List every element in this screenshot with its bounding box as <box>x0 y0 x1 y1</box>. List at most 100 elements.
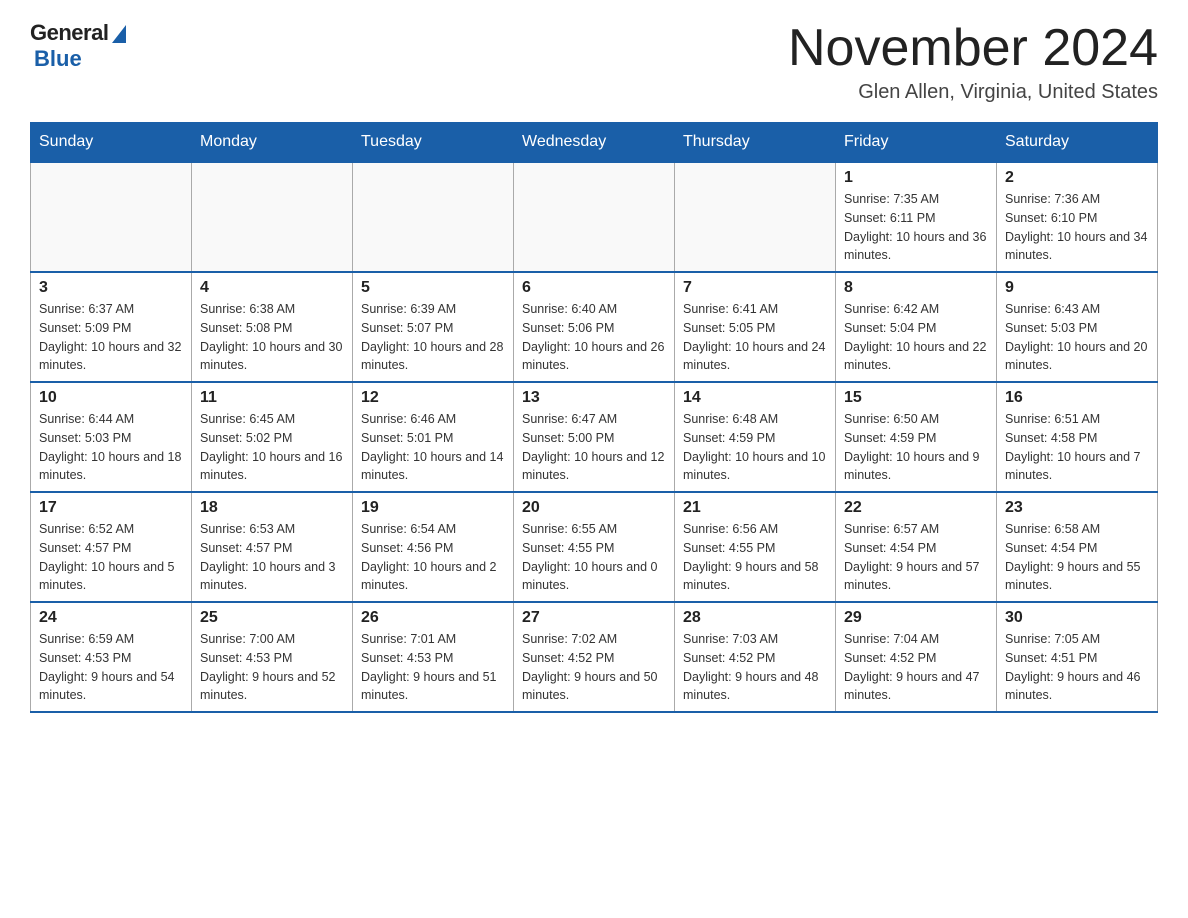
day-info: Sunrise: 6:57 AMSunset: 4:54 PMDaylight:… <box>844 520 988 595</box>
calendar-day-cell: 30 Sunrise: 7:05 AMSunset: 4:51 PMDayligh… <box>997 602 1158 712</box>
day-info: Sunrise: 6:58 AMSunset: 4:54 PMDaylight:… <box>1005 520 1149 595</box>
day-number: 30 <box>1005 609 1149 627</box>
day-info: Sunrise: 6:47 AMSunset: 5:00 PMDaylight:… <box>522 410 666 485</box>
day-of-week-header: Friday <box>836 123 997 163</box>
calendar-day-cell: 28Sunrise: 7:03 AMSunset: 4:52 PMDayligh… <box>675 602 836 712</box>
day-info: Sunrise: 6:42 AMSunset: 5:04 PMDaylight:… <box>844 300 988 375</box>
day-info: Sunrise: 7:00 AMSunset: 4:53 PMDaylight:… <box>200 630 344 705</box>
calendar-day-cell <box>675 162 836 272</box>
calendar-day-cell: 6 Sunrise: 6:40 AMSunset: 5:06 PMDaylight… <box>514 272 675 382</box>
day-number: 26 <box>361 609 505 627</box>
day-info: Sunrise: 7:01 AMSunset: 4:53 PMDaylight:… <box>361 630 505 705</box>
day-of-week-header: Monday <box>192 123 353 163</box>
calendar-day-cell: 17 Sunrise: 6:52 AMSunset: 4:57 PMDayligh… <box>31 492 192 602</box>
day-number: 10 <box>39 389 183 407</box>
calendar-day-cell: 14 Sunrise: 6:48 AMSunset: 4:59 PMDayligh… <box>675 382 836 492</box>
day-of-week-header: Tuesday <box>353 123 514 163</box>
day-info: Sunrise: 6:52 AMSunset: 4:57 PMDaylight:… <box>39 520 183 595</box>
day-number: 9 <box>1005 279 1149 297</box>
day-info: Sunrise: 6:45 AMSunset: 5:02 PMDaylight:… <box>200 410 344 485</box>
day-number: 14 <box>683 389 827 407</box>
day-info: Sunrise: 7:03 AMSunset: 4:52 PMDaylight:… <box>683 630 827 705</box>
day-number: 27 <box>522 609 666 627</box>
day-info: Sunrise: 6:48 AMSunset: 4:59 PMDaylight:… <box>683 410 827 485</box>
day-info: Sunrise: 7:36 AMSunset: 6:10 PMDaylight:… <box>1005 190 1149 265</box>
day-number: 17 <box>39 499 183 517</box>
calendar-day-cell: 1Sunrise: 7:35 AMSunset: 6:11 PMDaylight… <box>836 162 997 272</box>
calendar-day-cell: 7Sunrise: 6:41 AMSunset: 5:05 PMDaylight… <box>675 272 836 382</box>
day-info: Sunrise: 6:53 AMSunset: 4:57 PMDaylight:… <box>200 520 344 595</box>
day-info: Sunrise: 6:43 AMSunset: 5:03 PMDaylight:… <box>1005 300 1149 375</box>
calendar-day-cell: 10 Sunrise: 6:44 AMSunset: 5:03 PMDayligh… <box>31 382 192 492</box>
calendar-day-cell: 18 Sunrise: 6:53 AMSunset: 4:57 PMDayligh… <box>192 492 353 602</box>
calendar-day-cell: 8 Sunrise: 6:42 AMSunset: 5:04 PMDaylight… <box>836 272 997 382</box>
calendar-day-cell: 22 Sunrise: 6:57 AMSunset: 4:54 PMDayligh… <box>836 492 997 602</box>
calendar-day-cell: 3 Sunrise: 6:37 AMSunset: 5:09 PMDaylight… <box>31 272 192 382</box>
calendar-day-cell <box>353 162 514 272</box>
day-info: Sunrise: 7:04 AMSunset: 4:52 PMDaylight:… <box>844 630 988 705</box>
logo: General Blue <box>30 20 126 72</box>
day-number: 6 <box>522 279 666 297</box>
day-number: 22 <box>844 499 988 517</box>
calendar-day-cell: 23Sunrise: 6:58 AMSunset: 4:54 PMDayligh… <box>997 492 1158 602</box>
day-number: 20 <box>522 499 666 517</box>
day-info: Sunrise: 6:54 AMSunset: 4:56 PMDaylight:… <box>361 520 505 595</box>
day-number: 21 <box>683 499 827 517</box>
day-number: 4 <box>200 279 344 297</box>
day-number: 24 <box>39 609 183 627</box>
calendar-day-cell <box>31 162 192 272</box>
day-number: 8 <box>844 279 988 297</box>
day-info: Sunrise: 6:56 AMSunset: 4:55 PMDaylight:… <box>683 520 827 595</box>
calendar-day-cell: 26 Sunrise: 7:01 AMSunset: 4:53 PMDayligh… <box>353 602 514 712</box>
day-number: 29 <box>844 609 988 627</box>
calendar-day-cell: 13 Sunrise: 6:47 AMSunset: 5:00 PMDayligh… <box>514 382 675 492</box>
day-info: Sunrise: 6:41 AMSunset: 5:05 PMDaylight:… <box>683 300 827 375</box>
day-info: Sunrise: 6:38 AMSunset: 5:08 PMDaylight:… <box>200 300 344 375</box>
day-number: 12 <box>361 389 505 407</box>
day-info: Sunrise: 7:35 AMSunset: 6:11 PMDaylight:… <box>844 190 988 265</box>
calendar-day-cell <box>192 162 353 272</box>
title-section: November 2024 Glen Allen, Virginia, Unit… <box>788 20 1158 104</box>
day-number: 16 <box>1005 389 1149 407</box>
day-of-week-header: Thursday <box>675 123 836 163</box>
calendar-day-cell: 25 Sunrise: 7:00 AMSunset: 4:53 PMDayligh… <box>192 602 353 712</box>
day-info: Sunrise: 6:50 AMSunset: 4:59 PMDaylight:… <box>844 410 988 485</box>
day-number: 11 <box>200 389 344 407</box>
calendar-day-cell: 19 Sunrise: 6:54 AMSunset: 4:56 PMDayligh… <box>353 492 514 602</box>
calendar-day-cell: 21 Sunrise: 6:56 AMSunset: 4:55 PMDayligh… <box>675 492 836 602</box>
logo-blue-text: Blue <box>34 46 82 72</box>
calendar-day-cell: 11 Sunrise: 6:45 AMSunset: 5:02 PMDayligh… <box>192 382 353 492</box>
day-info: Sunrise: 6:40 AMSunset: 5:06 PMDaylight:… <box>522 300 666 375</box>
day-info: Sunrise: 6:55 AMSunset: 4:55 PMDaylight:… <box>522 520 666 595</box>
day-info: Sunrise: 6:46 AMSunset: 5:01 PMDaylight:… <box>361 410 505 485</box>
calendar-week-row: 24 Sunrise: 6:59 AMSunset: 4:53 PMDayligh… <box>31 602 1158 712</box>
day-number: 15 <box>844 389 988 407</box>
day-number: 3 <box>39 279 183 297</box>
day-number: 13 <box>522 389 666 407</box>
day-info: Sunrise: 7:05 AMSunset: 4:51 PMDaylight:… <box>1005 630 1149 705</box>
calendar-table: SundayMondayTuesdayWednesdayThursdayFrid… <box>30 122 1158 713</box>
day-number: 18 <box>200 499 344 517</box>
location-title: Glen Allen, Virginia, United States <box>788 81 1158 104</box>
day-of-week-header: Wednesday <box>514 123 675 163</box>
calendar-day-cell: 29 Sunrise: 7:04 AMSunset: 4:52 PMDayligh… <box>836 602 997 712</box>
day-of-week-header: Sunday <box>31 123 192 163</box>
calendar-week-row: 10 Sunrise: 6:44 AMSunset: 5:03 PMDayligh… <box>31 382 1158 492</box>
calendar-week-row: 3 Sunrise: 6:37 AMSunset: 5:09 PMDaylight… <box>31 272 1158 382</box>
day-info: Sunrise: 7:02 AMSunset: 4:52 PMDaylight:… <box>522 630 666 705</box>
calendar-day-cell: 5Sunrise: 6:39 AMSunset: 5:07 PMDaylight… <box>353 272 514 382</box>
day-number: 2 <box>1005 169 1149 187</box>
day-info: Sunrise: 6:44 AMSunset: 5:03 PMDaylight:… <box>39 410 183 485</box>
calendar-day-cell: 16Sunrise: 6:51 AMSunset: 4:58 PMDayligh… <box>997 382 1158 492</box>
calendar-header-row: SundayMondayTuesdayWednesdayThursdayFrid… <box>31 123 1158 163</box>
day-info: Sunrise: 6:59 AMSunset: 4:53 PMDaylight:… <box>39 630 183 705</box>
day-of-week-header: Saturday <box>997 123 1158 163</box>
calendar-week-row: 1Sunrise: 7:35 AMSunset: 6:11 PMDaylight… <box>31 162 1158 272</box>
calendar-day-cell: 20 Sunrise: 6:55 AMSunset: 4:55 PMDayligh… <box>514 492 675 602</box>
calendar-day-cell: 15 Sunrise: 6:50 AMSunset: 4:59 PMDayligh… <box>836 382 997 492</box>
day-number: 19 <box>361 499 505 517</box>
day-info: Sunrise: 6:37 AMSunset: 5:09 PMDaylight:… <box>39 300 183 375</box>
logo-general-text: General <box>30 20 108 46</box>
calendar-week-row: 17 Sunrise: 6:52 AMSunset: 4:57 PMDayligh… <box>31 492 1158 602</box>
day-number: 25 <box>200 609 344 627</box>
